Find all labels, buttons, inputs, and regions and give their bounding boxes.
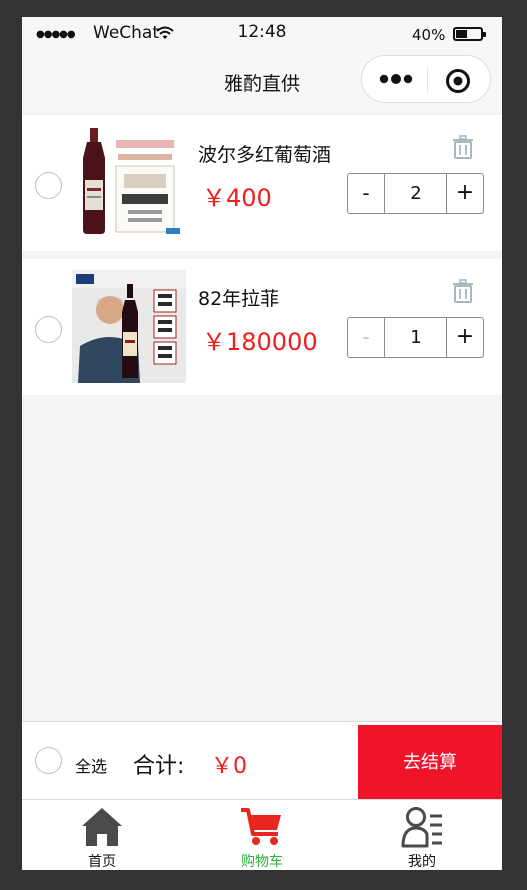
tab-profile[interactable]: 我的 [342, 800, 502, 870]
battery-percent: 40% [412, 26, 446, 44]
tab-label: 购物车 [241, 854, 283, 870]
quantity-value[interactable]: 2 [385, 174, 447, 213]
close-mini-program-icon[interactable] [445, 68, 471, 94]
product-image[interactable] [72, 270, 186, 383]
mini-program-capsule [361, 55, 491, 103]
tab-label: 我的 [408, 854, 436, 870]
product-price: ￥180000 [202, 328, 318, 356]
quantity-value[interactable]: 1 [385, 318, 447, 357]
decrease-button[interactable]: - [348, 318, 385, 357]
cart-item: 82年拉菲 ￥180000 - 1 + [22, 259, 502, 395]
quantity-stepper: - 1 + [347, 317, 484, 358]
product-name[interactable]: 波尔多红葡萄酒 [198, 140, 331, 167]
battery-icon [453, 27, 486, 41]
product-price: ￥400 [202, 184, 272, 212]
cart-icon [241, 808, 281, 845]
item-checkbox[interactable] [35, 172, 62, 199]
capsule-divider [427, 68, 428, 92]
tab-label: 首页 [88, 854, 116, 870]
product-name[interactable]: 82年拉菲 [198, 284, 279, 311]
tab-home[interactable]: 首页 [22, 800, 182, 870]
delete-icon[interactable] [452, 279, 474, 303]
item-checkbox[interactable] [35, 316, 62, 343]
nav-bar: 雅酌直供 [22, 51, 502, 113]
user-list-icon [401, 807, 442, 848]
status-bar: ●●●●● WeChat 12:48 40% [22, 17, 502, 51]
checkout-button[interactable]: 去结算 [358, 725, 502, 800]
home-icon [82, 808, 122, 846]
select-all-label[interactable]: 全选 [75, 753, 107, 777]
total-label: 合计: [133, 754, 185, 779]
phone-screen: ●●●●● WeChat 12:48 40% 雅酌直供 波尔多红葡萄酒 ￥400… [22, 17, 502, 870]
product-image[interactable] [72, 126, 186, 239]
more-icon[interactable] [378, 70, 414, 88]
tab-bar: 首页 购物车 我的 [22, 799, 502, 870]
decrease-button[interactable]: - [348, 174, 385, 213]
cart-footer: 全选 合计: ￥0 去结算 [22, 721, 502, 800]
cart-item: 波尔多红葡萄酒 ￥400 - 2 + [22, 115, 502, 251]
total-value: ￥0 [211, 754, 247, 779]
delete-icon[interactable] [452, 135, 474, 159]
quantity-stepper: - 2 + [347, 173, 484, 214]
select-all-checkbox[interactable] [35, 747, 62, 774]
increase-button[interactable]: + [446, 174, 483, 213]
increase-button[interactable]: + [446, 318, 483, 357]
tab-cart[interactable]: 购物车 [182, 800, 342, 870]
